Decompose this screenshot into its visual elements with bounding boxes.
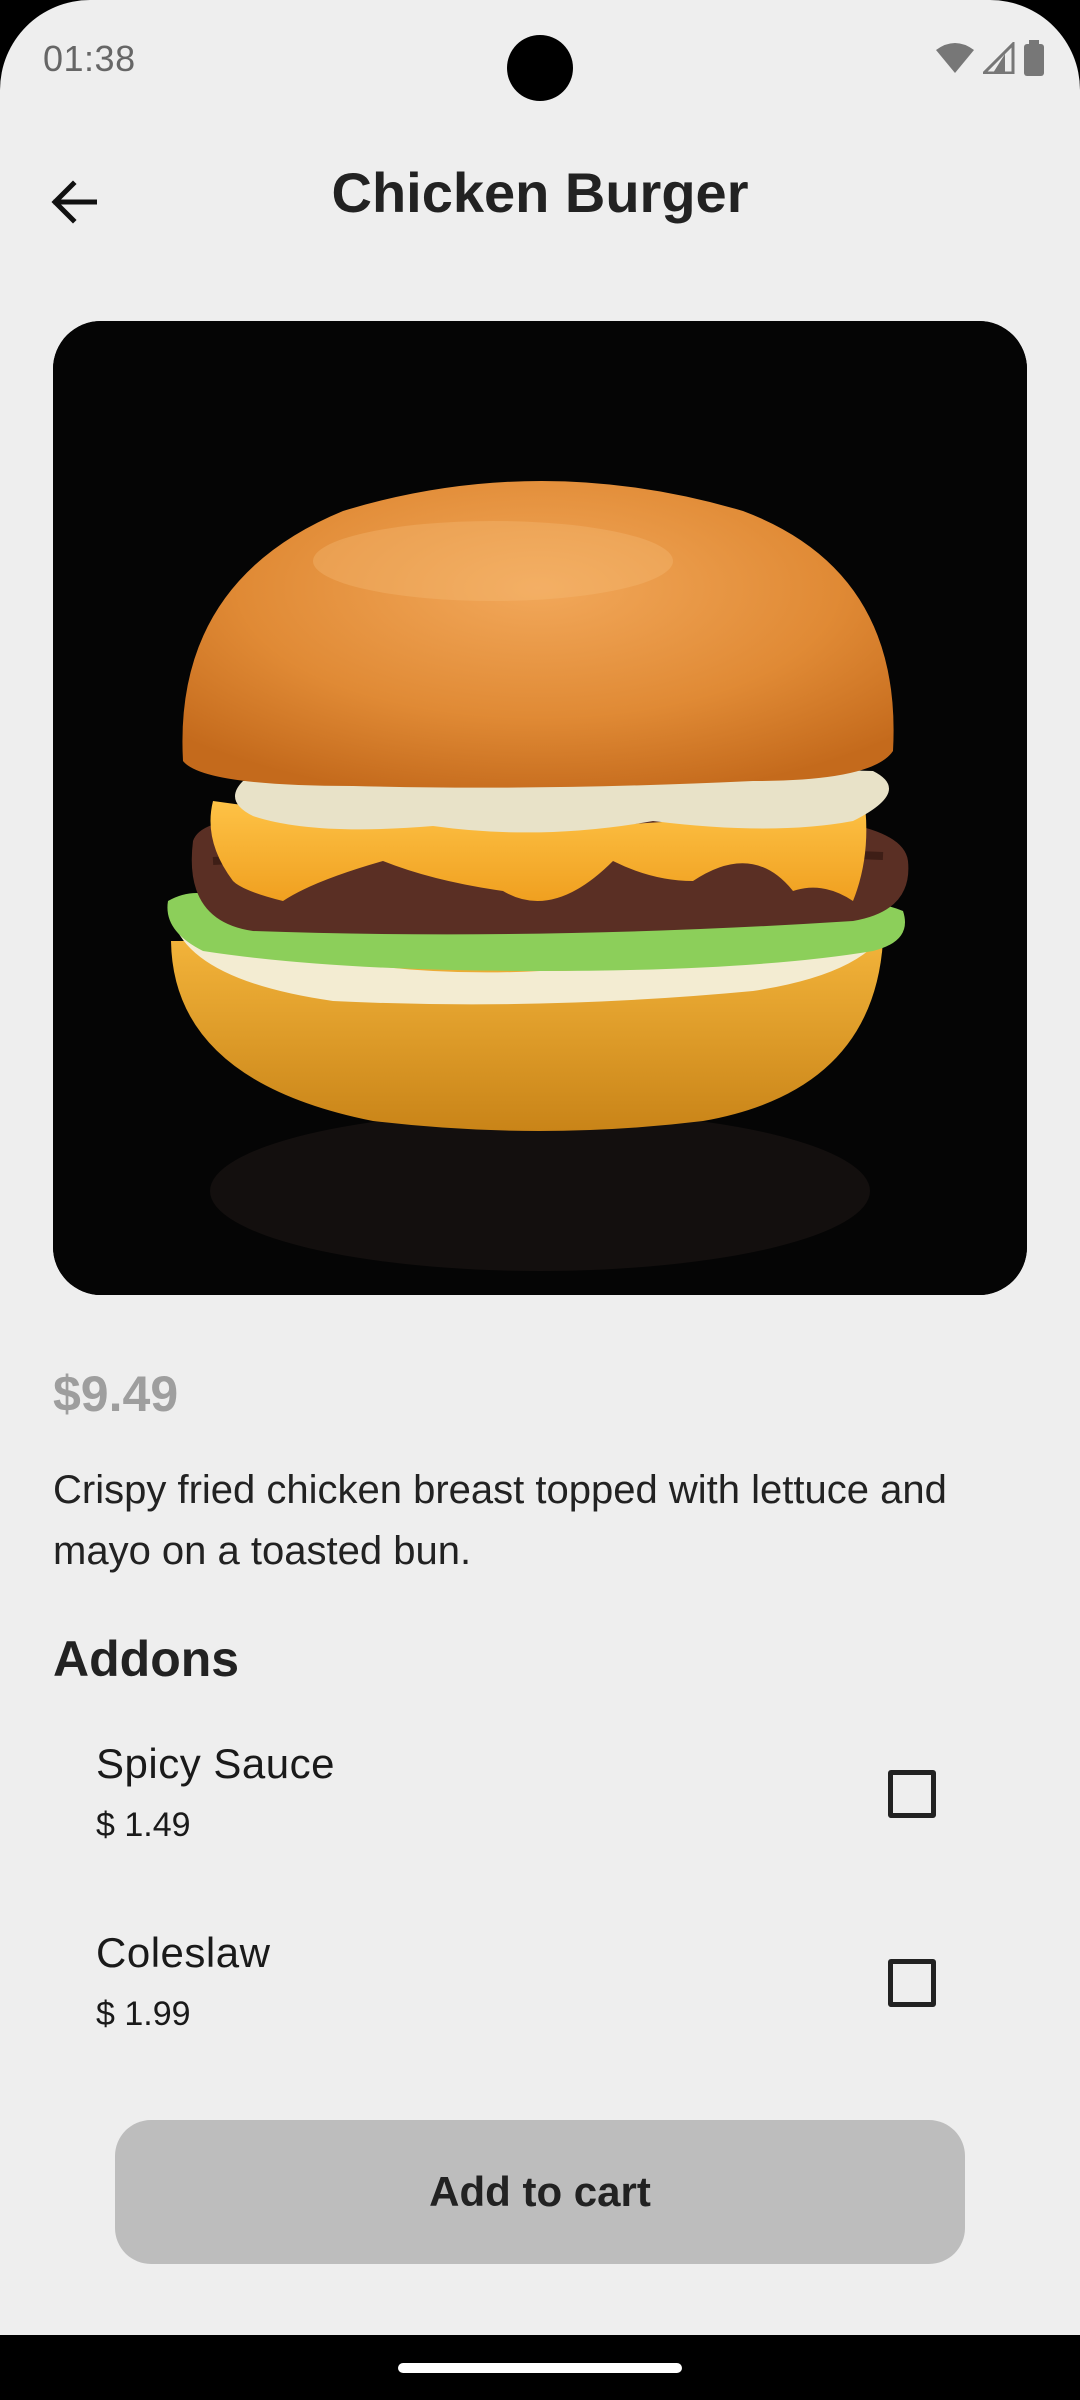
product-image — [53, 321, 1027, 1295]
battery-icon — [1023, 40, 1045, 81]
addon-price: $ 1.49 — [96, 1806, 191, 1844]
addon-name: Spicy Sauce — [96, 1740, 335, 1787]
status-time: 01:38 — [43, 38, 136, 79]
addon-checkbox[interactable] — [888, 1959, 936, 2007]
add-to-cart-button[interactable]: Add to cart — [115, 2120, 965, 2264]
status-bar: 01:38 — [0, 0, 1080, 120]
screen: 01:38 Chicken Burger $9.49 Crispy fried … — [0, 0, 1080, 2335]
gesture-nav-handle[interactable] — [398, 2363, 682, 2373]
signal-icon — [980, 40, 1015, 79]
addon-item-spicy-sauce[interactable]: Spicy Sauce $ 1.49 — [53, 1728, 1027, 1878]
status-icons — [935, 40, 1045, 81]
addon-checkbox[interactable] — [888, 1770, 936, 1818]
product-price: $9.49 — [53, 1366, 179, 1422]
page-title: Chicken Burger — [331, 161, 749, 224]
camera-cutout — [507, 35, 573, 101]
addon-item-coleslaw[interactable]: Coleslaw $ 1.99 — [53, 1917, 1027, 2067]
addon-name: Coleslaw — [96, 1929, 271, 1976]
addon-price: $ 1.99 — [96, 1995, 191, 2033]
addons-heading: Addons — [53, 1631, 240, 1687]
product-description: Crispy fried chicken breast topped with … — [53, 1468, 947, 1573]
app-bar: Chicken Burger — [0, 140, 1080, 250]
wifi-icon — [935, 42, 975, 79]
